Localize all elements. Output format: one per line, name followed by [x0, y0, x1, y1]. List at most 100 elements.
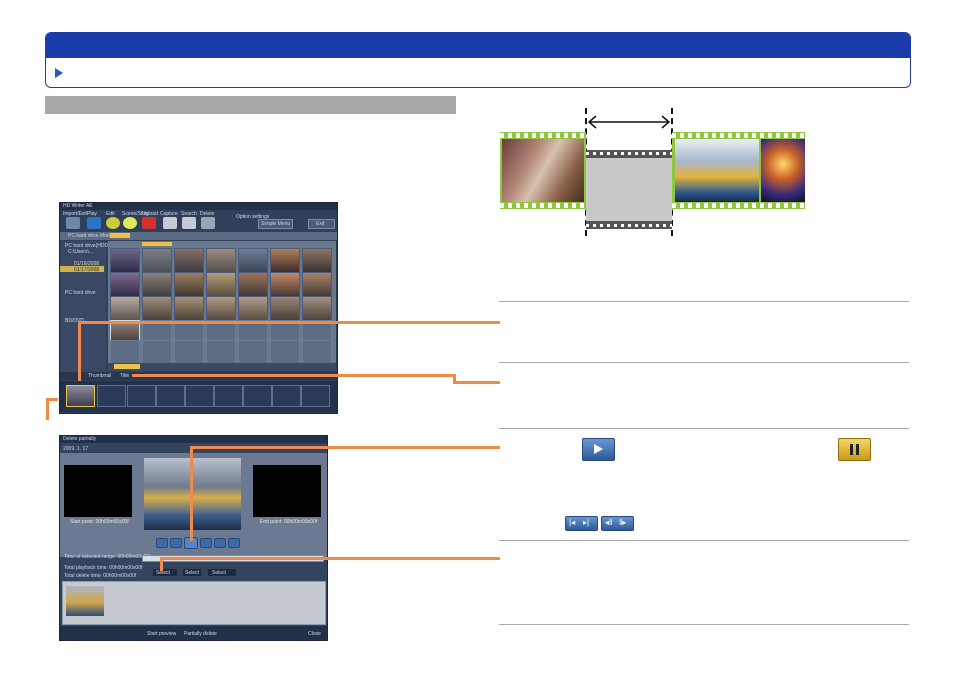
- window-title: HD Writer AE: [63, 203, 93, 209]
- capture-icon[interactable]: [163, 217, 177, 229]
- empty-slot: [174, 340, 204, 365]
- toolbar-label-search: Search: [181, 211, 197, 217]
- thumbnail[interactable]: [238, 296, 268, 321]
- ride-photo: [675, 139, 759, 202]
- date-tab[interactable]: [142, 242, 172, 246]
- callout-line-3: [46, 398, 49, 420]
- grid-status-bar: [108, 363, 336, 371]
- divider: [499, 362, 909, 363]
- thumbnail[interactable]: [270, 296, 300, 321]
- thumbnail[interactable]: [206, 296, 236, 321]
- playlist-slot[interactable]: [185, 385, 214, 407]
- start-preview-label[interactable]: Start preview: [147, 631, 176, 637]
- end-button[interactable]: [228, 538, 240, 548]
- thumbnail[interactable]: [238, 272, 268, 297]
- tree-item-selected[interactable]: 01/17/2008: [74, 267, 99, 273]
- thumbnail[interactable]: [174, 296, 204, 321]
- partially-delete-button[interactable]: Partially delete: [184, 631, 217, 637]
- thumbnail[interactable]: [174, 272, 204, 297]
- thumbnail[interactable]: [270, 248, 300, 273]
- video-tab[interactable]: [110, 233, 130, 238]
- frame-forward-button[interactable]: [200, 538, 212, 548]
- empty-slot: [142, 340, 172, 365]
- callout-line-1: [78, 321, 500, 324]
- mode-label: PC hard drive Mode: [68, 233, 113, 239]
- frame-back-button[interactable]: [170, 538, 182, 548]
- select-end-label: Select: [212, 570, 226, 576]
- toolbar-label-import: Import/Exit: [63, 211, 87, 217]
- simple-menu-label: Simple Menu: [261, 221, 291, 227]
- thumbnail[interactable]: [206, 248, 236, 273]
- night-ride-photo: [761, 139, 805, 202]
- tree-item-5[interactable]: PC hard drive: [65, 290, 96, 296]
- playlist-slot[interactable]: [97, 385, 126, 407]
- thumbnail[interactable]: [302, 248, 332, 273]
- thumbnail-view-tab[interactable]: [114, 364, 140, 369]
- playlist-slot[interactable]: [272, 385, 301, 407]
- exit-button[interactable]: Exit: [308, 219, 335, 229]
- import-icon[interactable]: [66, 217, 80, 229]
- carousel-photo: [502, 139, 584, 202]
- select-start-button[interactable]: Select: [153, 569, 177, 576]
- thumbnail[interactable]: [302, 296, 332, 321]
- playlist-slot[interactable]: [127, 385, 156, 407]
- skip-back-button[interactable]: [156, 538, 168, 548]
- divider: [499, 301, 909, 302]
- delete-icon[interactable]: [201, 217, 215, 229]
- delete-partially-window: Delete partially 2009. 1. 17 Start point…: [59, 435, 328, 641]
- select-button[interactable]: Select: [183, 569, 201, 576]
- thumbnail-label[interactable]: Thumbnail: [88, 373, 111, 379]
- skip-forward-icon: ▸|: [583, 518, 590, 527]
- thumbnail[interactable]: [270, 272, 300, 297]
- film-strip-left: [500, 132, 586, 209]
- frame-icons: ◂‖ ‖▸: [601, 516, 634, 531]
- thumbnail[interactable]: [142, 248, 172, 273]
- title-bar: [60, 436, 327, 443]
- range-thumbnail[interactable]: [66, 586, 104, 616]
- exit-label: Exit: [316, 221, 325, 227]
- film-strip-right: [672, 132, 805, 209]
- thumbnail[interactable]: [110, 296, 140, 321]
- playlist-slot[interactable]: [301, 385, 330, 407]
- toolbar-label-edit: Edit: [106, 211, 115, 217]
- frame-forward-icon: ‖▸: [619, 518, 627, 527]
- play-icon[interactable]: [87, 217, 101, 229]
- date-label: 2009. 1. 17: [63, 446, 89, 452]
- callout-line-4: [190, 446, 500, 449]
- thumbnail[interactable]: [110, 248, 140, 273]
- thumbnail[interactable]: [110, 272, 140, 297]
- toolbar-label-upload: Upload: [142, 211, 158, 217]
- callout-line-2-end: [453, 381, 500, 384]
- thumbnail[interactable]: [174, 248, 204, 273]
- upload-icon[interactable]: [142, 217, 156, 229]
- thumbnail[interactable]: [302, 272, 332, 297]
- search-icon[interactable]: [182, 217, 196, 229]
- thumbnail[interactable]: [142, 272, 172, 297]
- callout-line-2: [132, 374, 454, 377]
- playlist-slot[interactable]: [214, 385, 243, 407]
- title-label[interactable]: Title: [120, 373, 129, 379]
- divider: [499, 624, 909, 625]
- divider: [499, 428, 909, 429]
- start-frame: [64, 465, 132, 517]
- playlist-slot[interactable]: [156, 385, 185, 407]
- toolbar-label-play: Play: [87, 211, 97, 217]
- select-end-button[interactable]: Select: [208, 569, 236, 576]
- range-label: Time of selected range: 00h00m00s00f: [64, 554, 151, 560]
- empty-slot: [238, 340, 268, 365]
- playlist-slot[interactable]: [243, 385, 272, 407]
- window-title: Delete partially: [63, 436, 97, 442]
- tree-item-1[interactable]: C:\Users\...: [68, 249, 93, 255]
- close-button[interactable]: Close: [308, 631, 321, 637]
- playlist-thumb[interactable]: [66, 385, 95, 407]
- pause-button-icon: [838, 438, 871, 461]
- thumbnail[interactable]: [238, 248, 268, 273]
- thumbnail[interactable]: [206, 272, 236, 297]
- edit-icon[interactable]: [106, 217, 120, 229]
- scene-icon[interactable]: [123, 217, 137, 229]
- empty-slot: [110, 340, 140, 365]
- thumbnail[interactable]: [142, 296, 172, 321]
- simple-menu-button[interactable]: Simple Menu: [258, 219, 293, 229]
- skip-forward-button[interactable]: [214, 538, 226, 548]
- total-playback-label: Total playback time: 00h00m00s00f: [64, 565, 143, 571]
